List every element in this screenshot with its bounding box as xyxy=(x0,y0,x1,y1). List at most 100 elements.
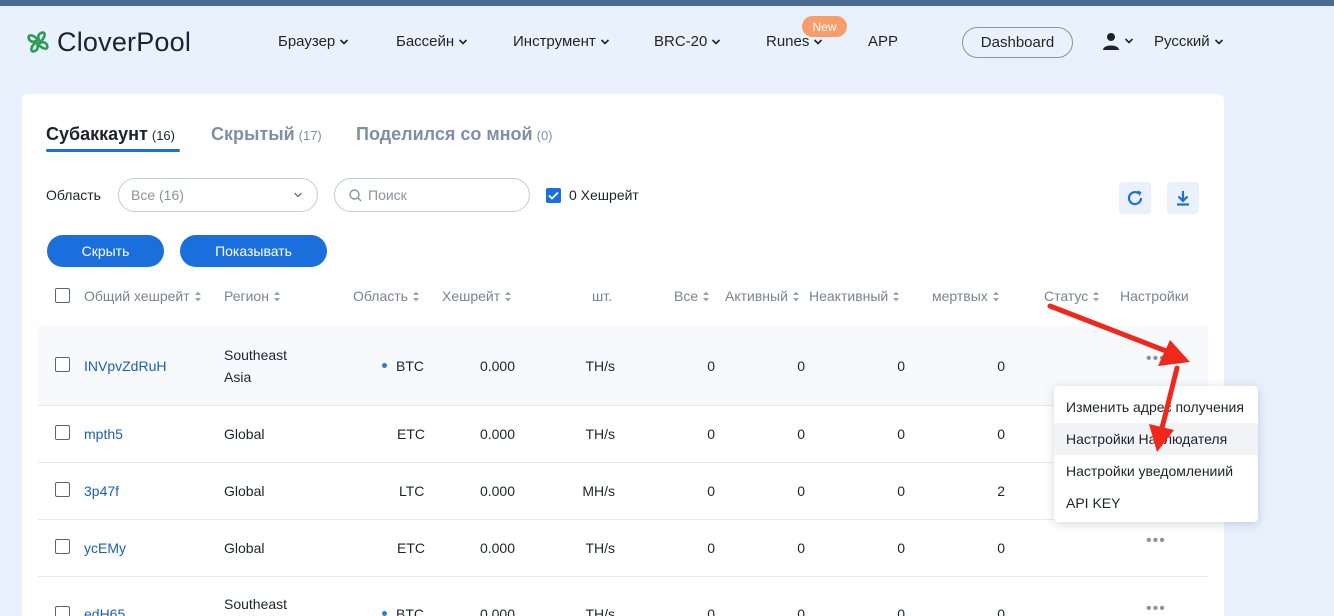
nav-browser[interactable]: Браузер xyxy=(278,33,349,50)
chevron-down-icon xyxy=(459,38,468,45)
chevron-down-icon xyxy=(600,38,609,45)
tab-subaccount[interactable]: Субаккаунт (16) xyxy=(46,124,175,145)
col-region[interactable]: Регион xyxy=(224,288,281,304)
col-all[interactable]: Все xyxy=(674,288,710,304)
coin-cell: BTC xyxy=(382,358,424,374)
subaccount-name-link[interactable]: 3p47f xyxy=(84,483,119,499)
chevron-down-icon xyxy=(294,192,302,198)
sort-icon xyxy=(273,291,280,301)
hashrate-cell: 0.000 xyxy=(479,358,515,374)
col-region-label: Регион xyxy=(224,288,269,304)
subaccount-card: Субаккаунт (16) Скрытый (17) Поделился со … xyxy=(22,94,1224,616)
row-checkbox[interactable] xyxy=(55,425,70,440)
all-cell: 0 xyxy=(707,426,715,442)
subaccount-name-link[interactable]: edH65 xyxy=(84,606,125,616)
more-options-icon[interactable]: ••• xyxy=(1146,350,1166,368)
nav-app[interactable]: APP xyxy=(868,33,898,50)
row-checkbox[interactable] xyxy=(55,539,70,554)
unit-cell: TH/s xyxy=(585,606,615,616)
hashrate-cell: 0.000 xyxy=(479,540,515,556)
region-filter-label: Область xyxy=(46,187,101,203)
user-icon xyxy=(1103,33,1119,50)
search-icon xyxy=(349,188,362,201)
col-area[interactable]: Область xyxy=(353,288,420,304)
dashboard-button[interactable]: Dashboard xyxy=(962,27,1073,58)
nav-runes[interactable]: Runes xyxy=(766,33,823,50)
nav-tools[interactable]: Инструмент xyxy=(513,33,610,50)
language-selector[interactable]: Русский xyxy=(1154,33,1224,50)
col-status[interactable]: Статус xyxy=(1044,288,1100,304)
sort-icon xyxy=(703,291,710,301)
coin-cell: LTC xyxy=(399,483,425,499)
tab-hidden-label: Скрытый xyxy=(211,124,295,144)
inactive-cell: 0 xyxy=(897,358,905,374)
subaccount-name-link[interactable]: ycEMy xyxy=(84,540,126,556)
row-hover-highlight xyxy=(38,326,1208,405)
region-cell: Southeast xyxy=(224,596,288,612)
menu-item-api-key[interactable]: API KEY xyxy=(1054,487,1258,519)
menu-item-watcher-settings[interactable]: Настройки Наблюдателя xyxy=(1054,423,1258,455)
active-cell: 0 xyxy=(797,540,805,556)
unit-cell: MH/s xyxy=(582,483,615,499)
tab-subaccount-label: Субаккаунт xyxy=(46,124,148,144)
col-unit-label: шт. xyxy=(592,288,612,304)
unit-cell: TH/s xyxy=(585,426,615,442)
download-button[interactable] xyxy=(1167,182,1199,214)
col-area-label: Область xyxy=(353,288,408,304)
col-total-hashrate[interactable]: Общий хешрейт xyxy=(84,288,202,304)
row-divider xyxy=(38,405,1208,406)
sort-icon xyxy=(992,291,999,301)
nav-brc20[interactable]: BRC-20 xyxy=(654,33,721,50)
col-inactive[interactable]: Неактивный xyxy=(809,288,900,304)
zero-hashrate-checkbox[interactable] xyxy=(546,188,561,203)
sort-icon xyxy=(1093,291,1100,301)
active-tab-indicator xyxy=(46,149,180,152)
row-checkbox[interactable] xyxy=(55,357,70,372)
brand-name: CloverPool xyxy=(57,26,192,57)
col-active[interactable]: Активный xyxy=(725,288,800,304)
all-cell: 0 xyxy=(707,606,715,616)
unit-cell: TH/s xyxy=(585,540,615,556)
language-label: Русский xyxy=(1154,33,1210,50)
refresh-button[interactable] xyxy=(1119,182,1151,214)
col-hashrate[interactable]: Хешрейт xyxy=(442,288,512,304)
search-input[interactable] xyxy=(368,187,518,203)
col-all-label: Все xyxy=(674,288,699,304)
col-dead[interactable]: мертвых xyxy=(932,288,1000,304)
hide-button[interactable]: Скрыть xyxy=(47,235,164,267)
nav-app-label: APP xyxy=(868,33,899,50)
col-active-label: Активный xyxy=(725,288,788,304)
menu-item-notification-settings[interactable]: Настройки уведомлениий xyxy=(1054,455,1258,487)
chevron-down-icon xyxy=(1124,38,1134,44)
row-checkbox[interactable] xyxy=(55,482,70,497)
all-cell: 0 xyxy=(707,540,715,556)
col-total-hashrate-label: Общий хешрейт xyxy=(84,288,190,304)
tab-hidden[interactable]: Скрытый (17) xyxy=(211,124,322,145)
unit-cell: TH/s xyxy=(585,358,615,374)
all-cell: 0 xyxy=(707,483,715,499)
nav-pool-label: Бассейн xyxy=(396,33,455,50)
show-button[interactable]: Показывать xyxy=(180,235,327,267)
search-box[interactable] xyxy=(334,178,530,212)
tab-shared-with-me[interactable]: Поделился со мной (0) xyxy=(356,124,553,145)
brand-logo[interactable]: CloverPool xyxy=(22,26,191,58)
zero-hashrate-label: 0 Хешрейт xyxy=(569,187,639,203)
chevron-down-icon xyxy=(1214,38,1223,45)
subaccount-name-link[interactable]: INVpvZdRuH xyxy=(84,358,166,374)
more-options-icon[interactable]: ••• xyxy=(1146,600,1166,616)
user-menu[interactable] xyxy=(1102,32,1134,50)
chevron-down-icon xyxy=(814,38,823,45)
region-select[interactable]: Все (16) xyxy=(118,178,318,212)
tab-shared-count: (0) xyxy=(536,128,553,143)
active-cell: 0 xyxy=(797,426,805,442)
menu-item-change-payout-address[interactable]: Изменить адрес получения xyxy=(1054,391,1258,423)
row-checkbox[interactable] xyxy=(55,606,70,616)
select-all-checkbox[interactable] xyxy=(55,288,70,303)
nav-pool[interactable]: Бассейн xyxy=(396,33,468,50)
col-settings-label: Настройки xyxy=(1120,288,1189,304)
subaccount-name-link[interactable]: mpth5 xyxy=(84,426,123,442)
more-options-icon[interactable]: ••• xyxy=(1146,532,1166,550)
tab-hidden-count: (17) xyxy=(298,128,322,143)
hashrate-cell: 0.000 xyxy=(479,426,515,442)
coin-label: BTC xyxy=(396,606,424,616)
